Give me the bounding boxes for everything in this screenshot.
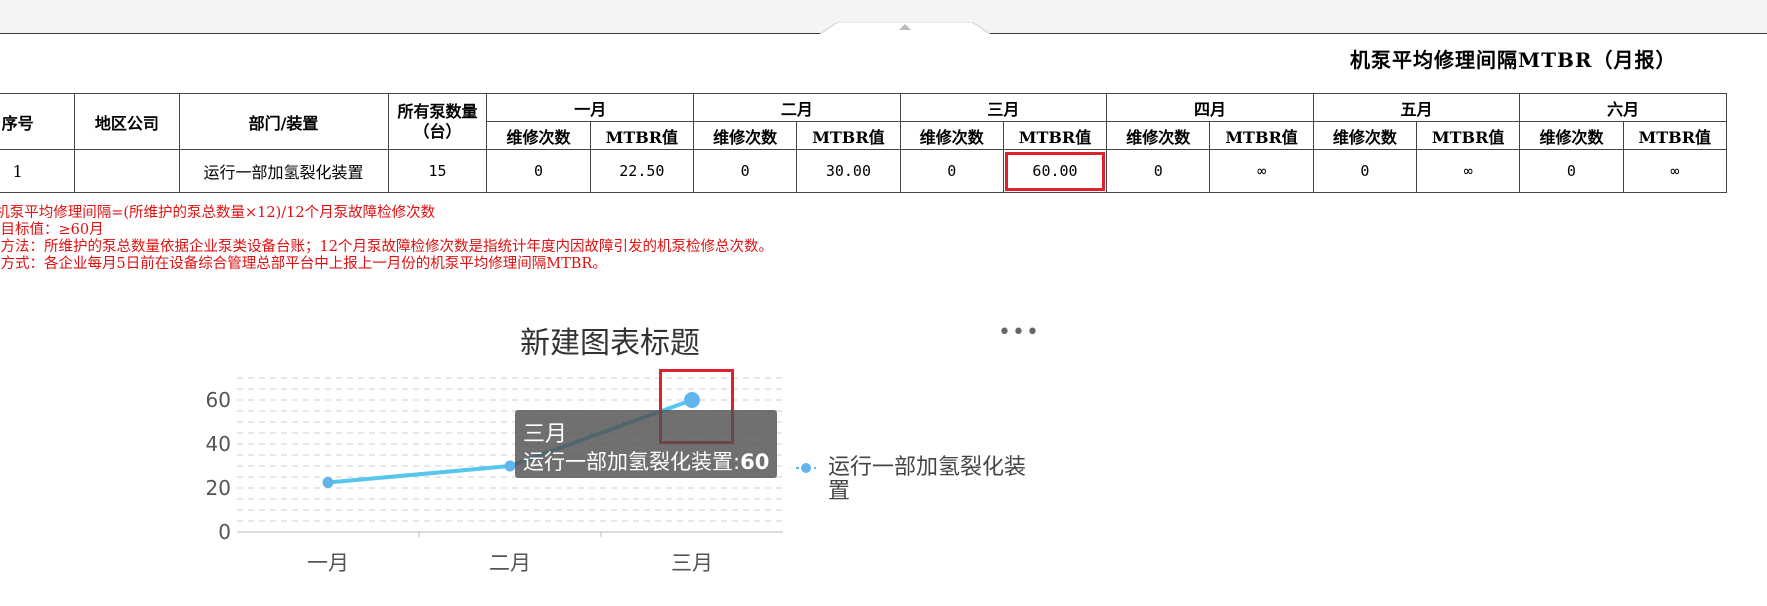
header-month: 五月 — [1312, 93, 1521, 122]
cell-pumps[interactable]: 15 — [387, 149, 488, 193]
cell-mtbr[interactable]: ∞ — [1622, 149, 1728, 193]
header-mtbr: MTBR值 — [1415, 121, 1521, 150]
cell-repairs[interactable]: 0 — [486, 149, 591, 193]
header-repairs: 维修次数 — [1312, 121, 1417, 150]
data-point — [322, 477, 334, 488]
cell-mtbr[interactable]: ∞ — [1209, 149, 1314, 193]
tooltip-title: 三月 — [523, 422, 568, 447]
cell-mtbr[interactable]: 30.00 — [796, 149, 901, 193]
cell-seq[interactable]: 1 — [0, 149, 76, 193]
header-month: 一月 — [486, 93, 695, 122]
cell-mtbr[interactable]: ∞ — [1415, 149, 1521, 193]
header-repairs: 维修次数 — [899, 121, 1004, 150]
cell-dept[interactable]: 运行一部加氢裂化装置 — [178, 149, 389, 193]
cell-repairs[interactable]: 0 — [1106, 149, 1211, 193]
x-tick-label: 二月 — [489, 551, 531, 575]
header-month: 六月 — [1519, 93, 1727, 122]
top-toolbar — [0, 0, 1767, 34]
data-point — [504, 460, 516, 472]
report-title: 机泵平均修理间隔MTBR（月报） — [1350, 48, 1677, 72]
y-tick-label: 60 — [206, 388, 231, 412]
note-line: 考目标值：≥60月 — [0, 222, 104, 238]
y-tick-label: 20 — [206, 476, 231, 500]
cell-region[interactable] — [74, 149, 180, 193]
header-mtbr: MTBR值 — [1622, 121, 1728, 150]
tooltip-line: 运行一部加氢裂化装置:60 — [523, 446, 769, 476]
header-mtbr: MTBR值 — [796, 121, 901, 150]
header-mtbr: MTBR值 — [1002, 121, 1108, 150]
header-dept: 部门/装置 — [178, 93, 389, 150]
header-month: 四月 — [1106, 93, 1314, 122]
ellipsis-icon[interactable]: ••• — [998, 322, 1040, 344]
header-repairs: 维修次数 — [693, 121, 798, 150]
header-repairs: 维修次数 — [486, 121, 591, 150]
chart-title: 新建图表标题 — [520, 326, 700, 361]
header-mtbr: MTBR值 — [589, 121, 695, 150]
cell-repairs[interactable]: 0 — [1312, 149, 1417, 193]
note-line: 算方法：所维护的泵总数量依据企业泵类设备台账；12个月泵故障检修次数是指统计年度… — [0, 239, 773, 255]
header-month: 三月 — [899, 93, 1108, 122]
report-table: 序号 地区公司 部门/装置 所有泵数量（台） 一月 二月 三月 四月 五月 六月… — [0, 93, 1728, 193]
legend-marker-icon — [796, 463, 816, 473]
header-repairs: 维修次数 — [1106, 121, 1211, 150]
cell-repairs[interactable]: 0 — [693, 149, 798, 193]
report-notes: . 机泵平均修理间隔=(所维护的泵总数量×12)/12个月泵故障检修次数 考目标… — [0, 205, 773, 273]
tooltip-value: 60 — [740, 450, 770, 474]
header-pumps: 所有泵数量（台） — [387, 93, 488, 150]
note-line: . 机泵平均修理间隔=(所维护的泵总数量×12)/12个月泵故障检修次数 — [0, 205, 436, 221]
chart-tooltip: 三月 运行一部加氢裂化装置:60 — [515, 410, 777, 478]
y-tick-label: 0 — [218, 520, 231, 544]
header-repairs: 维修次数 — [1519, 121, 1624, 150]
tooltip-series: 运行一部加氢裂化装置: — [523, 450, 741, 474]
header-mtbr: MTBR值 — [1209, 121, 1314, 150]
legend-label: 运行一部加氢裂化装置 — [828, 455, 1027, 504]
cell-mtbr-highlighted[interactable]: 60.00 — [1002, 149, 1108, 193]
header-month: 二月 — [693, 93, 901, 122]
x-tick-label: 一月 — [307, 551, 349, 575]
collapse-toggle-icon[interactable] — [820, 22, 990, 34]
table-row: 1 运行一部加氢裂化装置 15 0 22.50 0 30.00 0 60.00 … — [0, 149, 1728, 193]
cell-repairs[interactable]: 0 — [1519, 149, 1624, 193]
chart-legend[interactable]: 运行一部加氢裂化装置 — [796, 455, 1038, 504]
y-tick-label: 40 — [206, 432, 231, 456]
cell-repairs[interactable]: 0 — [899, 149, 1004, 193]
header-seq: 序号 — [0, 93, 76, 150]
header-region: 地区公司 — [74, 93, 180, 150]
note-line: 计方式：各企业每月5日前在设备综合管理总部平台中上报上一月份的机泵平均修理间隔M… — [0, 256, 607, 272]
cell-mtbr[interactable]: 22.50 — [589, 149, 695, 193]
x-tick-label: 三月 — [671, 551, 713, 575]
